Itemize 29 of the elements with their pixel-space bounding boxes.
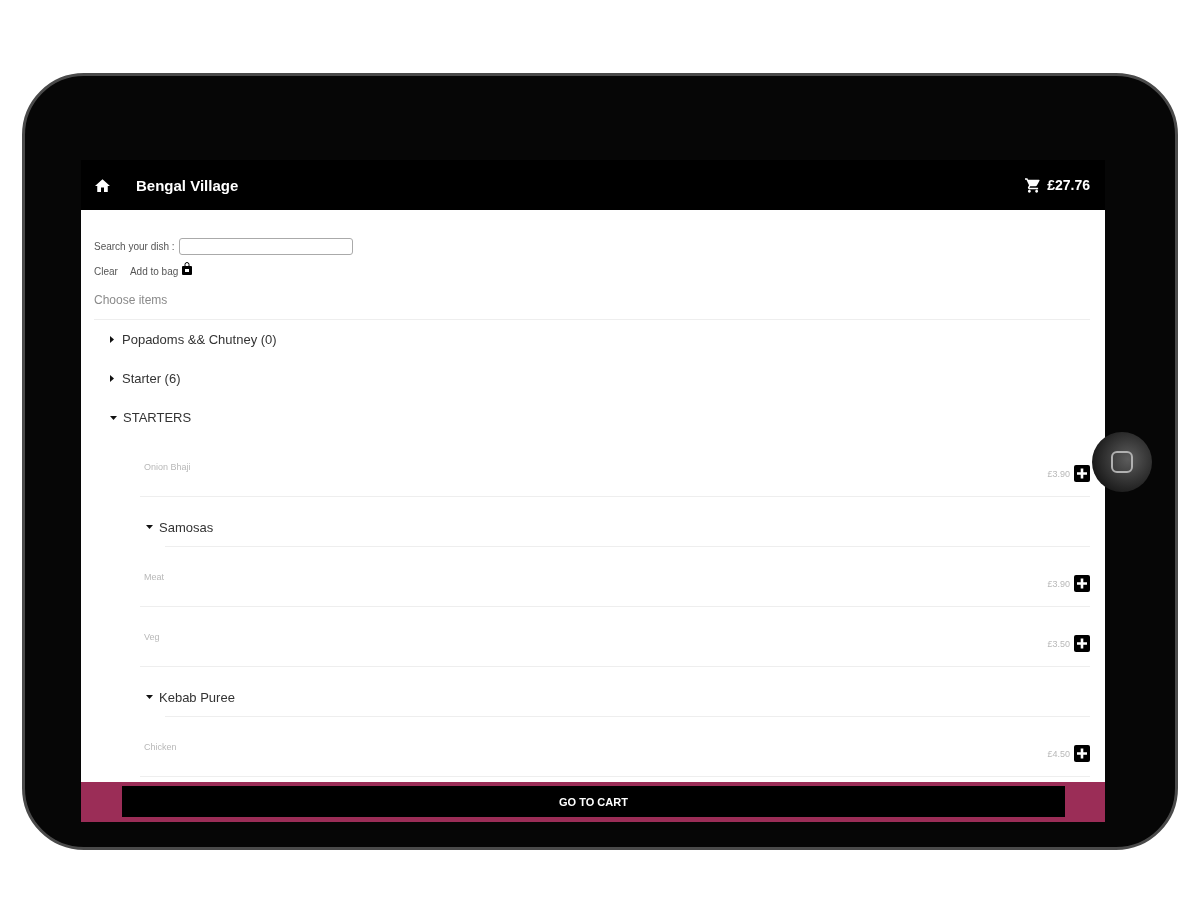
home-icon[interactable] xyxy=(95,178,110,192)
dish-price: £3.90 xyxy=(1047,578,1070,589)
category-toggle[interactable]: Popadoms && Chutney (0) xyxy=(110,320,277,359)
clear-link[interactable]: Clear xyxy=(94,265,118,277)
dish-name: Meat xyxy=(144,571,164,583)
restaurant-title: Bengal Village xyxy=(136,176,239,194)
search-label: Search your dish : xyxy=(94,240,175,252)
group-toggle[interactable]: Samosas xyxy=(146,519,214,535)
dish-name: Onion Bhaji xyxy=(144,461,191,473)
round-button-icon xyxy=(1092,432,1152,492)
plus-square-icon[interactable] xyxy=(1074,575,1090,592)
group-toggle[interactable]: Kebab Puree xyxy=(146,689,235,705)
bag-icon[interactable] xyxy=(182,262,193,275)
go-to-cart-button[interactable]: GO TO CART xyxy=(122,786,1065,817)
search-field[interactable] xyxy=(178,237,353,255)
dish-name: Chicken xyxy=(144,741,177,753)
dish-price: £3.90 xyxy=(1047,468,1070,479)
dish-price: £3.50 xyxy=(1047,638,1070,649)
plus-square-icon[interactable] xyxy=(1074,745,1090,762)
dish-name: Veg xyxy=(144,631,160,643)
category-toggle[interactable]: STARTERS xyxy=(110,398,192,437)
category-toggle[interactable]: Starter (6) xyxy=(110,359,181,398)
cart-icon[interactable] xyxy=(1025,177,1042,193)
add-to-bag-link[interactable]: Add to bag xyxy=(129,265,179,277)
plus-square-icon[interactable] xyxy=(1074,465,1090,482)
plus-square-icon[interactable] xyxy=(1074,635,1090,652)
cart-total: £27.76 xyxy=(1047,177,1090,193)
dish-price: £4.50 xyxy=(1047,748,1070,759)
section-title: Choose items xyxy=(94,293,1090,320)
